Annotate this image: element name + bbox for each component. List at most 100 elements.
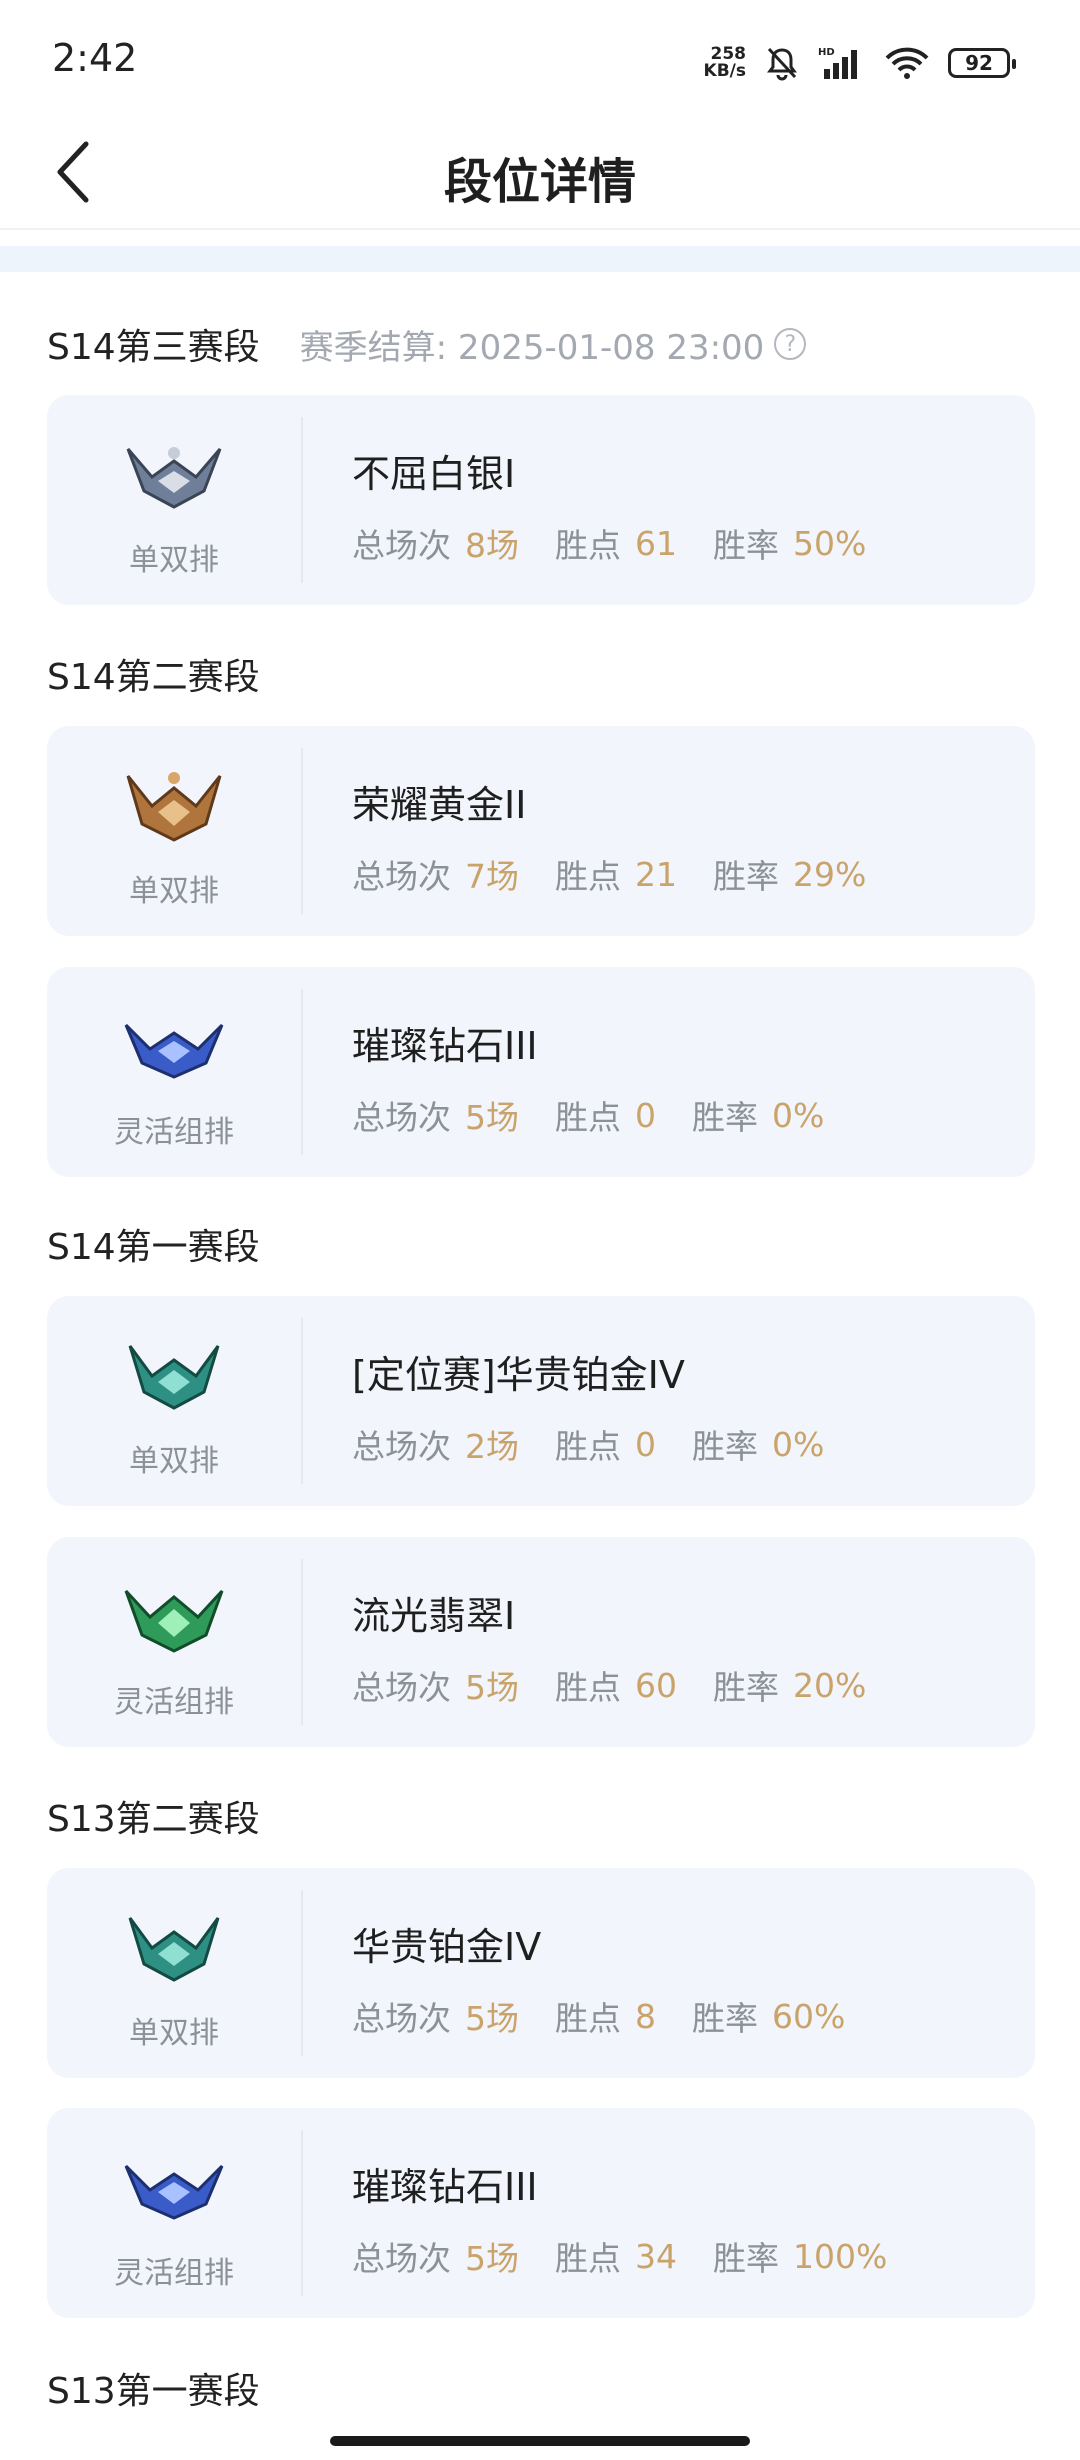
rank-badge-area: 单双排	[47, 1868, 301, 2078]
rank-card[interactable]: 灵活组排 璀璨钻石III 总场次 5场 胜点 34 胜率 100%	[47, 2108, 1035, 2318]
winrate-value: 0%	[772, 1424, 825, 1464]
mute-bell-icon	[767, 47, 797, 81]
rank-card[interactable]: 单双排 [定位赛]华贵铂金IV 总场次 2场 胜点 0 胜率 0%	[47, 1296, 1035, 1506]
section-title: S13第二赛段	[47, 1799, 260, 1840]
diamond-rank-emblem-icon	[124, 1023, 224, 1079]
rank-stats: 总场次 8场 胜点 61 胜率 50%	[352, 519, 902, 567]
winrate-value: 60%	[772, 1996, 846, 2036]
rank-stats: 总场次 7场 胜点 21 胜率 29%	[352, 850, 902, 898]
card-divider	[301, 989, 303, 1155]
rank-badge-area: 灵活组排	[47, 967, 301, 1177]
points-label: 胜点	[555, 526, 621, 565]
rank-name: 璀璨钻石III	[352, 1024, 538, 1068]
total-games-label: 总场次	[352, 1999, 451, 2038]
rank-badge-area: 灵活组排	[47, 2108, 301, 2318]
points-value: 60	[635, 1665, 677, 1705]
total-games-label: 总场次	[352, 2239, 451, 2278]
points-value: 0	[635, 1424, 656, 1464]
rank-name: [定位赛]华贵铂金IV	[352, 1353, 685, 1397]
points-value: 8	[635, 1996, 656, 2036]
diamond-rank-emblem-icon	[124, 2164, 224, 2220]
winrate-label: 胜率	[692, 1999, 758, 2038]
rank-badge-area: 单双排	[47, 1296, 301, 1506]
card-divider	[301, 417, 303, 583]
points-label: 胜点	[555, 1999, 621, 2038]
queue-type-label: 单双排	[129, 1444, 219, 1479]
winrate-label: 胜率	[713, 857, 779, 896]
card-divider	[301, 1559, 303, 1725]
wifi-icon	[885, 47, 929, 79]
status-icons: 258 KB/s HD 92	[703, 38, 1016, 88]
platinum-rank-emblem-icon	[128, 1345, 220, 1410]
points-label: 胜点	[555, 2239, 621, 2278]
rank-stats: 总场次 5场 胜点 60 胜率 20%	[352, 1661, 902, 1709]
emerald-rank-emblem-icon	[124, 1589, 224, 1653]
svg-text:HD: HD	[818, 47, 835, 58]
queue-type-label: 灵活组排	[114, 1685, 234, 1720]
points-value: 61	[635, 523, 677, 563]
total-games-label: 总场次	[352, 1427, 451, 1466]
queue-type-label: 单双排	[129, 2016, 219, 2051]
status-time: 2:42	[52, 36, 138, 80]
total-games-label: 总场次	[352, 1098, 451, 1137]
winrate-value: 20%	[793, 1665, 867, 1705]
points-value: 0	[635, 1095, 656, 1135]
signal-icon: HD	[818, 47, 857, 79]
battery-icon: 92	[948, 48, 1016, 78]
rank-card[interactable]: 灵活组排 璀璨钻石III 总场次 5场 胜点 0 胜率 0%	[47, 967, 1035, 1177]
network-speed: 258 KB/s	[703, 44, 746, 81]
header-divider	[0, 228, 1080, 230]
winrate-value: 0%	[772, 1095, 825, 1135]
rank-badge-area: 单双排	[47, 395, 301, 605]
rank-card[interactable]: 灵活组排 流光翡翠I 总场次 5场 胜点 60 胜率 20%	[47, 1537, 1035, 1747]
section-title: S14第三赛段 赛季结算: 2025-01-08 23:00 ?	[47, 318, 807, 370]
rank-stats: 总场次 2场 胜点 0 胜率 0%	[352, 1420, 860, 1468]
winrate-value: 100%	[793, 2236, 888, 2276]
card-divider	[301, 1890, 303, 2056]
section-title: S14第二赛段	[47, 657, 260, 698]
rank-card[interactable]: 单双排 荣耀黄金II 总场次 7场 胜点 21 胜率 29%	[47, 726, 1035, 936]
rank-name: 流光翡翠I	[352, 1594, 516, 1638]
queue-type-label: 单双排	[129, 543, 219, 578]
card-divider	[301, 2130, 303, 2296]
points-label: 胜点	[555, 1098, 621, 1137]
total-games-value: 2场	[465, 1427, 519, 1466]
total-games-value: 5场	[465, 1098, 519, 1137]
winrate-label: 胜率	[713, 526, 779, 565]
total-games-label: 总场次	[352, 526, 451, 565]
season-settlement: 赛季结算: 2025-01-08 23:00 ?	[300, 320, 807, 369]
total-games-value: 8场	[465, 526, 519, 565]
silver-rank-emblem-icon	[126, 447, 222, 509]
queue-type-label: 灵活组排	[114, 2256, 234, 2291]
card-divider	[301, 748, 303, 914]
total-games-value: 5场	[465, 1668, 519, 1707]
winrate-label: 胜率	[692, 1098, 758, 1137]
total-games-label: 总场次	[352, 857, 451, 896]
rank-name: 璀璨钻石III	[352, 2165, 538, 2209]
total-games-value: 5场	[465, 2239, 519, 2278]
points-label: 胜点	[555, 857, 621, 896]
rank-badge-area: 单双排	[47, 726, 301, 936]
rank-card[interactable]: 单双排 不屈白银I 总场次 8场 胜点 61 胜率 50%	[47, 395, 1035, 605]
help-icon[interactable]: ?	[774, 328, 807, 360]
rank-card[interactable]: 单双排 华贵铂金IV 总场次 5场 胜点 8 胜率 60%	[47, 1868, 1035, 2078]
header: 段位详情	[0, 120, 1080, 230]
total-games-value: 7场	[465, 857, 519, 896]
total-games-value: 5场	[465, 1999, 519, 2038]
gold-rank-emblem-icon	[126, 772, 222, 842]
winrate-value: 50%	[793, 523, 867, 563]
status-bar: 2:42 258 KB/s HD 92	[0, 0, 1080, 120]
points-label: 胜点	[555, 1668, 621, 1707]
home-indicator[interactable]	[330, 2436, 750, 2446]
points-value: 34	[635, 2236, 677, 2276]
points-value: 21	[635, 854, 677, 894]
section-title: S13第一赛段	[47, 2371, 260, 2412]
rank-stats: 总场次 5场 胜点 34 胜率 100%	[352, 2232, 923, 2280]
section-title: S14第一赛段	[47, 1227, 260, 1268]
points-label: 胜点	[555, 1427, 621, 1466]
winrate-label: 胜率	[713, 1668, 779, 1707]
rank-badge-area: 灵活组排	[47, 1537, 301, 1747]
rank-name: 华贵铂金IV	[352, 1925, 542, 1969]
platinum-rank-emblem-icon	[128, 1917, 220, 1982]
winrate-value: 29%	[793, 854, 867, 894]
